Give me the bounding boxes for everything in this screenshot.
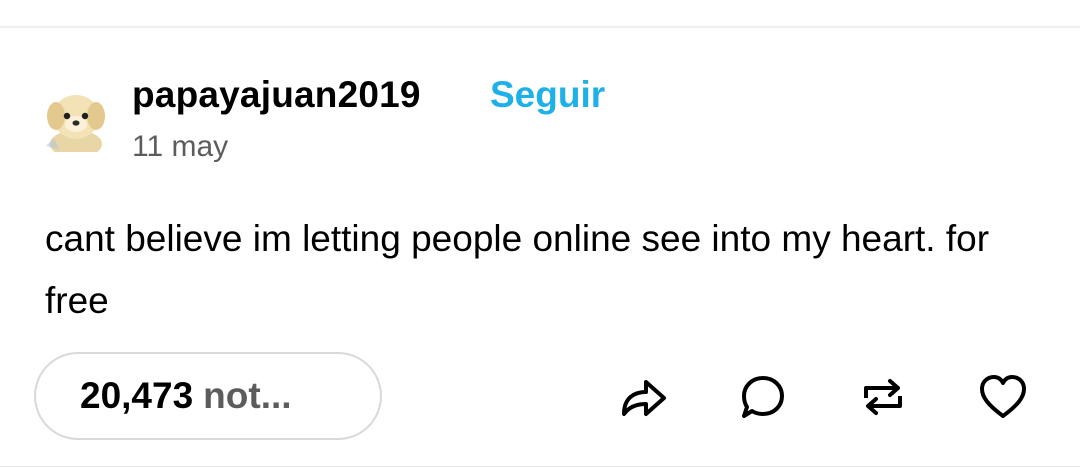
heart-icon <box>980 375 1026 418</box>
share-arrow-icon <box>622 380 666 416</box>
follow-button[interactable]: Seguir <box>490 74 605 116</box>
like-button[interactable] <box>978 372 1028 422</box>
post-body-text: cant believe im letting people online se… <box>45 218 990 321</box>
reblog-button[interactable] <box>858 372 908 422</box>
avatar[interactable] <box>42 84 110 152</box>
bottom-divider <box>0 466 1080 467</box>
reply-button[interactable] <box>738 372 788 422</box>
notes-button[interactable]: 20,473 not... <box>34 352 382 440</box>
share-button[interactable] <box>618 372 668 422</box>
post-date[interactable]: 11 may <box>132 130 228 164</box>
notes-count: 20,473 <box>80 375 194 416</box>
puppy-avatar-image <box>42 84 110 152</box>
speech-bubble-icon <box>742 376 784 418</box>
notes-label: not... <box>203 375 292 416</box>
reblog-icon <box>864 379 902 415</box>
post-card: papayajuan2019 Seguir 11 may cant believ… <box>0 0 1080 470</box>
username-link[interactable]: papayajuan2019 <box>132 74 421 116</box>
